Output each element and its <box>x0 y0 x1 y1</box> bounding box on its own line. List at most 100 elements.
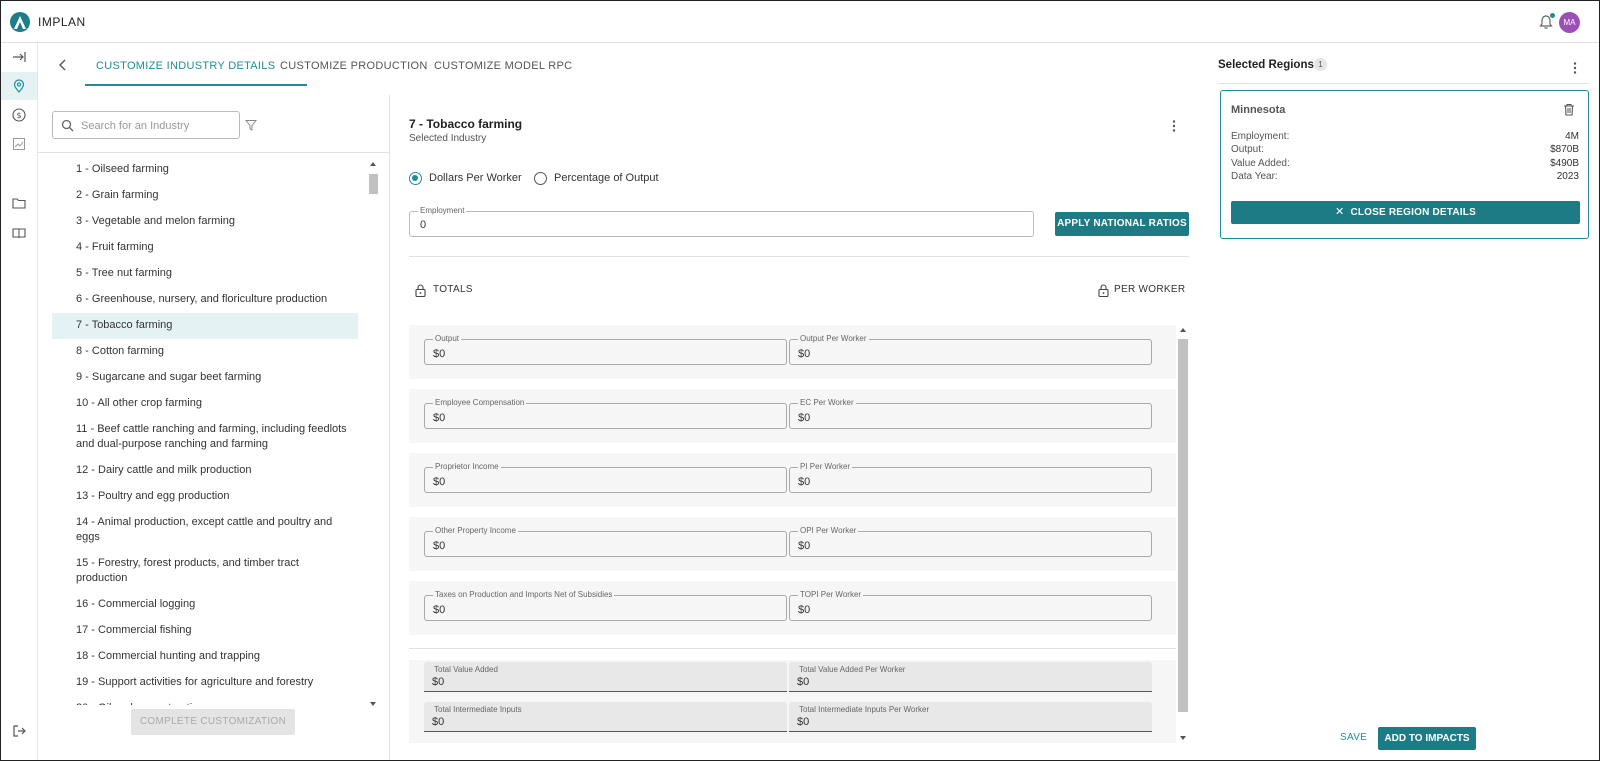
per-worker-label: PER WORKER <box>1114 284 1186 295</box>
region-card: Minnesota Employment: 4M Output: $870B V… <box>1220 90 1589 239</box>
industry-list-item[interactable]: 12 - Dairy cattle and milk production <box>52 458 358 484</box>
book-icon[interactable] <box>1 219 37 247</box>
radio-dollars-per-worker[interactable] <box>409 172 422 185</box>
field-value: $0 <box>433 604 446 616</box>
industry-list-item[interactable]: 18 - Commercial hunting and trapping <box>52 644 358 670</box>
scroll-up-arrow-icon[interactable] <box>370 162 376 166</box>
financial-row: Proprietor Income $0 PI Per Worker $0 <box>409 453 1176 507</box>
search-icon <box>61 119 74 132</box>
tab-customize-production[interactable]: CUSTOMIZE PRODUCTION <box>280 60 428 72</box>
stat-value: 4M <box>1565 131 1579 142</box>
scroll-thumb[interactable] <box>369 174 378 194</box>
field-label: Output <box>433 334 462 343</box>
industry-list-item[interactable]: 6 - Greenhouse, nursery, and floricultur… <box>52 287 358 313</box>
logout-icon[interactable] <box>1 717 37 745</box>
total-field[interactable]: Proprietor Income $0 <box>424 462 787 493</box>
close-region-details-button[interactable]: ✕ CLOSE REGION DETAILS <box>1231 201 1580 224</box>
field-value: $0 <box>433 412 446 424</box>
total-field[interactable]: Output $0 <box>424 334 787 365</box>
total-field[interactable]: Other Property Income $0 <box>424 526 787 557</box>
field-value: $0 <box>432 716 445 728</box>
brand-name: IMPLAN <box>38 15 86 29</box>
chart-icon[interactable] <box>1 130 37 158</box>
add-to-impacts-button[interactable]: ADD TO IMPACTS <box>1378 727 1476 750</box>
industry-list-item[interactable]: 15 - Forestry, forest products, and timb… <box>52 551 358 592</box>
industry-list-item[interactable]: 4 - Fruit farming <box>52 235 358 261</box>
svg-text:$: $ <box>16 111 21 120</box>
industry-list-item[interactable]: 3 - Vegetable and melon farming <box>52 209 358 235</box>
industry-list-item[interactable]: 1 - Oilseed farming <box>52 157 358 183</box>
industry-list-item[interactable]: 2 - Grain farming <box>52 183 358 209</box>
industry-list-item[interactable]: 13 - Poultry and egg production <box>52 484 358 510</box>
computed-per-worker-field: Total Value Added Per Worker $0 <box>789 662 1152 692</box>
industry-list-item[interactable]: 17 - Commercial fishing <box>52 618 358 644</box>
region-name: Minnesota <box>1231 104 1286 116</box>
apply-national-ratios-button[interactable]: APPLY NATIONAL RATIOS <box>1055 212 1189 236</box>
radio-label-dollars-per-worker[interactable]: Dollars Per Worker <box>429 172 522 184</box>
scroll-down-arrow-icon[interactable] <box>370 702 376 706</box>
employment-value: 0 <box>420 219 427 231</box>
per-worker-field[interactable]: TOPI Per Worker $0 <box>789 590 1152 621</box>
per-worker-field[interactable]: OPI Per Worker $0 <box>789 526 1152 557</box>
close-region-details-label: CLOSE REGION DETAILS <box>1350 207 1476 218</box>
industry-list-item[interactable]: 19 - Support activities for agriculture … <box>52 670 358 696</box>
per-worker-field[interactable]: Output Per Worker $0 <box>789 334 1152 365</box>
stat-value: 2023 <box>1556 171 1579 182</box>
field-label: Output Per Worker <box>798 334 869 343</box>
selected-industry-subtitle: Selected Industry <box>409 133 487 144</box>
expand-nav-icon[interactable] <box>1 43 37 71</box>
industry-list-item[interactable]: 20 - Oil and gas extraction <box>52 696 358 705</box>
total-field[interactable]: Employee Compensation $0 <box>424 398 787 429</box>
industry-list-scrollbar[interactable] <box>367 159 380 709</box>
scroll-up-arrow-icon[interactable] <box>1180 328 1186 332</box>
filter-icon[interactable] <box>244 118 258 136</box>
stat-label: Data Year: <box>1231 171 1278 182</box>
stat-label: Employment: <box>1231 131 1290 142</box>
industry-search-input[interactable]: Search for an Industry <box>52 111 240 139</box>
radio-label-percentage-of-output[interactable]: Percentage of Output <box>554 172 659 184</box>
field-label: OPI Per Worker <box>798 526 859 535</box>
employment-field[interactable]: Employment 0 <box>409 206 1034 237</box>
financial-row: Taxes on Production and Imports Net of S… <box>409 581 1176 635</box>
regions-more-options-icon[interactable] <box>1573 61 1577 80</box>
back-chevron-icon[interactable] <box>55 57 71 73</box>
per-worker-field[interactable]: PI Per Worker $0 <box>789 462 1152 493</box>
trash-icon[interactable] <box>1563 103 1575 121</box>
industry-more-options-icon[interactable] <box>1172 119 1176 138</box>
field-value: $0 <box>433 348 446 360</box>
industry-list-item[interactable]: 5 - Tree nut farming <box>52 261 358 287</box>
panel-divider <box>389 95 390 760</box>
industry-list-item[interactable]: 7 - Tobacco farming <box>52 313 358 339</box>
field-value: $0 <box>797 716 810 728</box>
scroll-thumb[interactable] <box>1178 339 1188 712</box>
regions-map-pin-icon[interactable] <box>1 72 37 100</box>
total-field[interactable]: Taxes on Production and Imports Net of S… <box>424 590 787 621</box>
user-avatar[interactable]: MA <box>1559 12 1580 33</box>
industry-list-item[interactable]: 11 - Beef cattle ranching and farming, i… <box>52 417 358 458</box>
employment-label: Employment <box>418 206 467 215</box>
left-nav-rail: $ <box>1 43 38 760</box>
industry-list-item[interactable]: 9 - Sugarcane and sugar beet farming <box>52 365 358 391</box>
per-worker-field[interactable]: EC Per Worker $0 <box>789 398 1152 429</box>
industry-list-item[interactable]: 8 - Cotton farming <box>52 339 358 365</box>
implan-logo-icon <box>10 12 30 32</box>
scroll-down-arrow-icon[interactable] <box>1180 736 1186 740</box>
complete-customization-button[interactable]: COMPLETE CUSTOMIZATION <box>131 709 295 735</box>
industry-list-item[interactable]: 16 - Commercial logging <box>52 592 358 618</box>
totals-lock-icon[interactable] <box>415 284 426 302</box>
per-worker-lock-icon[interactable] <box>1098 284 1109 302</box>
tab-customize-industry-details[interactable]: CUSTOMIZE INDUSTRY DETAILS <box>96 60 275 72</box>
field-value: $0 <box>798 540 811 552</box>
details-scrollbar[interactable] <box>1177 325 1189 743</box>
save-button[interactable]: SAVE <box>1340 732 1367 743</box>
industry-list-item[interactable]: 14 - Animal production, except cattle an… <box>52 510 358 551</box>
radio-percentage-of-output[interactable] <box>534 172 547 185</box>
stat-label: Value Added: <box>1231 158 1290 169</box>
financial-fields-area: Output $0 Output Per Worker $0 Employee Comp… <box>409 325 1189 743</box>
folder-icon[interactable] <box>1 189 37 217</box>
dollar-icon[interactable]: $ <box>1 101 37 129</box>
industry-list-item[interactable]: 10 - All other crop farming <box>52 391 358 417</box>
tab-customize-model-rpc[interactable]: CUSTOMIZE MODEL RPC <box>434 60 572 72</box>
financial-row: Employee Compensation $0 EC Per Worker $0 <box>409 389 1176 443</box>
field-label: EC Per Worker <box>798 398 856 407</box>
